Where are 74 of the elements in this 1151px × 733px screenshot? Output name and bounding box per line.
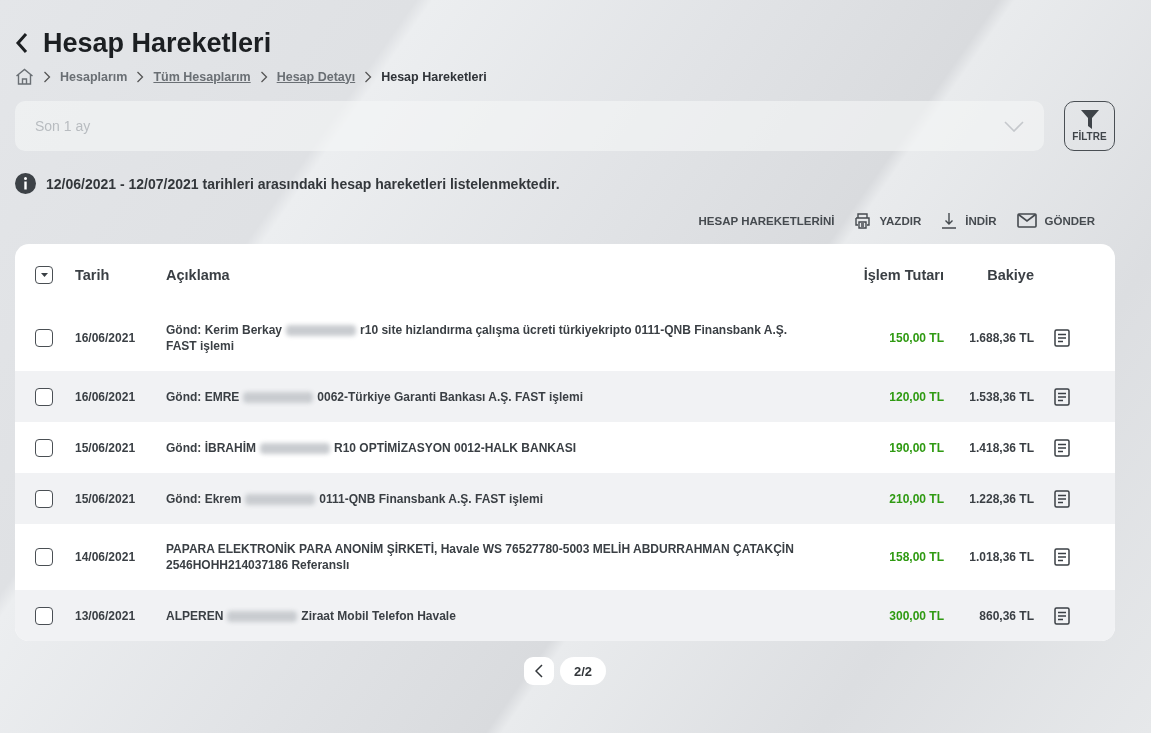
row-checkbox[interactable] bbox=[35, 329, 53, 347]
document-icon[interactable] bbox=[1054, 329, 1070, 347]
row-checkbox[interactable] bbox=[35, 489, 53, 508]
actions-label: HESAP HAREKETLERİNİ bbox=[698, 214, 835, 227]
date-cell-text: 14/06/2021 bbox=[75, 550, 137, 564]
selection-menu-button[interactable] bbox=[35, 265, 53, 284]
download-button[interactable]: İNDİR bbox=[941, 212, 997, 229]
column-header: İşlem Tutarı bbox=[862, 266, 944, 283]
row-checkbox[interactable] bbox=[35, 606, 53, 625]
page-indicator: 2/2 bbox=[559, 657, 607, 685]
description-text: Gönd: Kerim Berkay r10 site hizlandırma çalışma ücreti türkiyekripto 0111-QNB Finansbank A.Ş. FAST işlemi bbox=[166, 322, 789, 354]
filter-button[interactable]: FİLTRE bbox=[1064, 101, 1115, 151]
column-header: Açıklama bbox=[166, 266, 231, 283]
chevron-right-icon bbox=[136, 70, 145, 83]
row-checkbox[interactable] bbox=[35, 548, 53, 566]
description-text: Gönd: EMRE 0062-Türkiye Garanti Bankası A.Ş. FAST işlemi bbox=[166, 388, 584, 405]
document-icon[interactable] bbox=[1054, 438, 1070, 457]
balance-cell-text: 1.018,36 TL bbox=[968, 550, 1034, 564]
description-text: Gönd: Ekrem 0111-QNB Finansbank A.Ş. FAST işlemi bbox=[166, 490, 544, 507]
amount-cell-text: 150,00 TL bbox=[888, 331, 944, 345]
chevron-down-icon bbox=[1004, 120, 1024, 132]
document-icon[interactable] bbox=[1054, 387, 1070, 406]
column-header: Bakiye bbox=[986, 266, 1034, 283]
breadcrumb-item[interactable]: Tüm Hesaplarım bbox=[153, 69, 251, 84]
amount-cell-text: 120,00 TL bbox=[888, 389, 944, 404]
breadcrumb-item[interactable]: Hesap Detayı bbox=[276, 69, 356, 84]
chevron-right-icon bbox=[43, 70, 51, 83]
table-row[interactable]: 15/06/2021 Gönd: İBRAHİM R10 OPTİMİZASYON 0012-HALK BANKASI 190,00 TL 1.418,36 TL bbox=[15, 422, 1115, 473]
home-icon[interactable] bbox=[15, 68, 34, 85]
balance-cell-text: 860,36 TL bbox=[978, 608, 1034, 623]
printer-icon bbox=[854, 212, 872, 229]
document-icon[interactable] bbox=[1054, 606, 1070, 625]
download-icon bbox=[941, 212, 958, 229]
amount-cell-text: 158,00 TL bbox=[888, 550, 944, 564]
mail-icon bbox=[1016, 213, 1037, 228]
description-text: ALPEREN Ziraat Mobil Telefon Havale bbox=[166, 607, 457, 624]
date-cell-text: 16/06/2021 bbox=[75, 389, 137, 404]
chevron-right-icon bbox=[364, 70, 373, 83]
amount-cell-text: 300,00 TL bbox=[888, 608, 944, 623]
row-checkbox[interactable] bbox=[35, 438, 53, 457]
mail-button[interactable]: GÖNDER bbox=[1016, 213, 1095, 228]
table-row[interactable]: 13/06/2021 ALPEREN Ziraat Mobil Telefon Havale 300,00 TL 860,36 TL bbox=[15, 590, 1115, 641]
balance-cell-text: 1.418,36 TL bbox=[968, 440, 1034, 455]
info-icon bbox=[15, 173, 36, 194]
table-row[interactable]: 16/06/2021 Gönd: Kerim Berkay r10 site hizlandırma çalışma ücreti türkiyekripto 0111-QNB Finansbank A.Ş. FAST işlemi 150,00 TL 1.688,36 TL bbox=[15, 305, 1115, 371]
balance-cell-text: 1.228,36 TL bbox=[968, 491, 1034, 506]
breadcrumb-item: Hesap Hareketleri bbox=[381, 69, 487, 84]
info-text: 12/06/2021 - 12/07/2021 tarihleri arasındaki hesap hareketleri listelenmektedir. bbox=[46, 175, 560, 192]
table-row[interactable]: 16/06/2021 Gönd: EMRE 0062-Türkiye Garanti Bankası A.Ş. FAST işlemi 120,00 TL 1.538,36 TL bbox=[15, 371, 1115, 422]
filter-icon bbox=[1080, 110, 1099, 129]
page-title: Hesap Hareketleri bbox=[43, 27, 272, 59]
row-checkbox[interactable] bbox=[35, 387, 53, 406]
previous-page-button[interactable] bbox=[523, 657, 554, 685]
description-text: Gönd: İBRAHİM R10 OPTİMİZASYON 0012-HALK BANKASI bbox=[166, 439, 578, 456]
document-icon[interactable] bbox=[1054, 489, 1070, 508]
date-cell-text: 15/06/2021 bbox=[75, 440, 137, 455]
table-row[interactable]: 14/06/2021 PAPARA ELEKTRONİK PARA ANONİM ŞİRKETİ, Havale WS 76527780-5003 MELİH ABDURRAHMAN ÇATAKÇİN 2546HOHH214037186 Referanslı 158,00 TL 1.018,36 TL bbox=[15, 524, 1115, 590]
chevron-left-icon bbox=[534, 664, 543, 678]
description-text: PAPARA ELEKTRONİK PARA ANONİM ŞİRKETİ, Havale WS 76527780-5003 MELİH ABDURRAHMAN ÇATAKÇİN 2546HOHH214037186 Referanslı bbox=[166, 541, 795, 573]
balance-cell-text: 1.688,36 TL bbox=[968, 331, 1034, 345]
balance-cell-text: 1.538,36 TL bbox=[968, 389, 1034, 404]
breadcrumb-item: Hesaplarım bbox=[60, 69, 128, 84]
date-cell-text: 13/06/2021 bbox=[75, 608, 137, 623]
date-cell-text: 16/06/2021 bbox=[75, 331, 137, 345]
table-row[interactable]: 15/06/2021 Gönd: Ekrem 0111-QNB Finansbank A.Ş. FAST işlemi 210,00 TL 1.228,36 TL bbox=[15, 473, 1115, 524]
amount-cell-text: 190,00 TL bbox=[888, 440, 944, 455]
chevron-right-icon bbox=[259, 70, 268, 83]
amount-cell-text: 210,00 TL bbox=[888, 491, 944, 506]
back-icon[interactable] bbox=[15, 32, 29, 54]
caret-icon bbox=[40, 272, 48, 277]
print-button[interactable]: YAZDIR bbox=[854, 212, 922, 229]
column-header: Tarih bbox=[75, 266, 111, 283]
document-icon[interactable] bbox=[1054, 548, 1070, 566]
date-cell-text: 15/06/2021 bbox=[75, 491, 137, 506]
